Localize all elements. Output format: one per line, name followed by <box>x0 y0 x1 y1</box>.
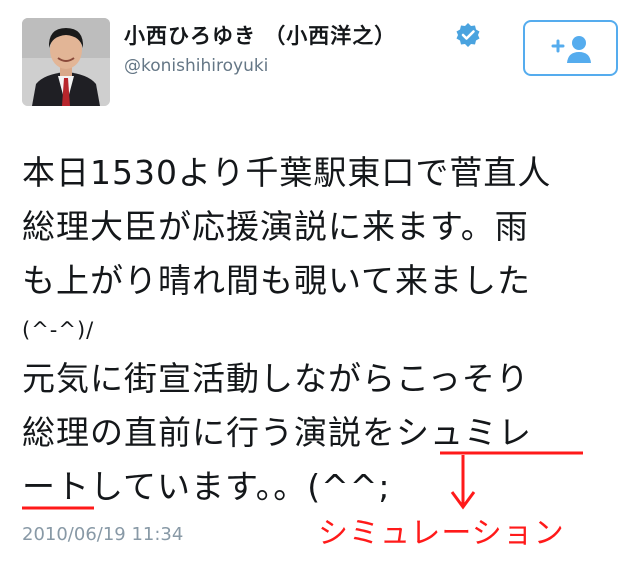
user-handle[interactable]: @konishihiroyuki <box>124 56 268 76</box>
tweet-line: (^-^)/ <box>22 318 95 342</box>
profile-avatar[interactable] <box>22 18 110 106</box>
display-name[interactable]: 小西ひろゆき （小西洋之） <box>124 20 396 50</box>
avatar-photo <box>22 18 110 106</box>
tweet-timestamp[interactable]: 2010/06/19 11:34 <box>22 524 183 545</box>
tweet-line: 元気に街宣活動しながらこっそり <box>22 359 530 398</box>
tweet-text: 本日1530より千葉駅東口で菅直人 総理大臣が応援演説に来ます。雨 も上がり晴れ… <box>22 146 622 514</box>
verified-badge-icon <box>456 23 480 47</box>
tweet-line: 本日1530より千葉駅東口で菅直人 <box>22 153 552 192</box>
tweet-line: 総理大臣が応援演説に来ます。雨 <box>22 207 529 246</box>
annotation-label: シミュレーション <box>318 516 565 551</box>
follow-person-plus-icon <box>551 36 591 63</box>
tweet-line: 総理の直前に行う演説をシュミレ <box>22 413 532 452</box>
tweet-line: ートしています。。(^^; <box>22 467 391 506</box>
follow-button[interactable] <box>523 20 618 76</box>
tweet-line: も上がり晴れ間も覗いて来ました <box>22 261 532 300</box>
